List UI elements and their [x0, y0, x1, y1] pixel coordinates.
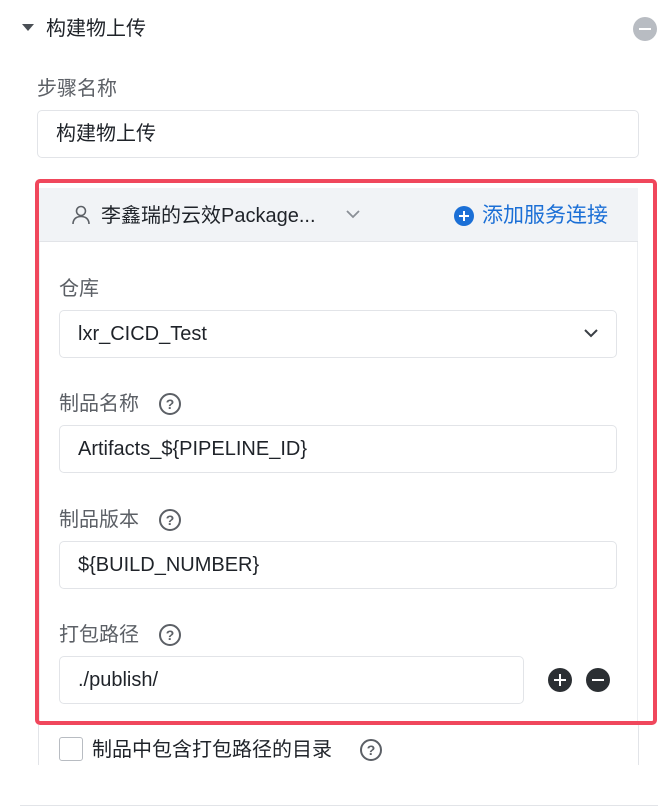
remove-path-button[interactable] [586, 668, 610, 692]
artifact-name-input[interactable]: Artifacts_${PIPELINE_ID} [59, 425, 617, 473]
service-connection-bar: 李鑫瑞的云效Package... 添加服务连接 [39, 188, 638, 242]
artifact-version-label: 制品版本 [59, 509, 139, 531]
step-name-input[interactable]: 构建物上传 [37, 110, 639, 158]
collapse-caret-icon[interactable] [22, 24, 34, 31]
repository-label: 仓库 [59, 278, 99, 300]
help-icon[interactable]: ? [360, 739, 382, 761]
include-dir-label: 制品中包含打包路径的目录 [92, 739, 332, 761]
artifact-version-input[interactable]: ${BUILD_NUMBER} [59, 541, 617, 589]
chevron-down-icon[interactable] [345, 208, 361, 220]
step-name-label: 步骤名称 [37, 78, 117, 100]
plus-circle-icon [454, 206, 474, 226]
package-path-label: 打包路径 [59, 624, 139, 646]
section-title: 构建物上传 [46, 18, 146, 40]
artifact-name-label: 制品名称 [59, 393, 139, 415]
remove-step-button[interactable] [633, 17, 657, 41]
repository-select[interactable]: lxr_CICD_Test [59, 310, 617, 358]
chevron-down-icon[interactable] [583, 327, 599, 339]
divider [20, 805, 658, 806]
panel-border [638, 725, 639, 765]
help-icon[interactable]: ? [159, 624, 181, 646]
help-icon[interactable]: ? [159, 509, 181, 531]
panel-border [38, 725, 39, 765]
service-connection-select[interactable]: 李鑫瑞的云效Package... [101, 203, 316, 229]
add-path-button[interactable] [548, 668, 572, 692]
user-icon [72, 205, 90, 225]
help-icon[interactable]: ? [159, 393, 181, 415]
package-path-input[interactable]: ./publish/ [59, 656, 524, 704]
section-header[interactable]: 构建物上传 [0, 0, 658, 58]
add-service-connection-label: 添加服务连接 [482, 204, 608, 227]
include-dir-checkbox[interactable] [59, 737, 83, 761]
